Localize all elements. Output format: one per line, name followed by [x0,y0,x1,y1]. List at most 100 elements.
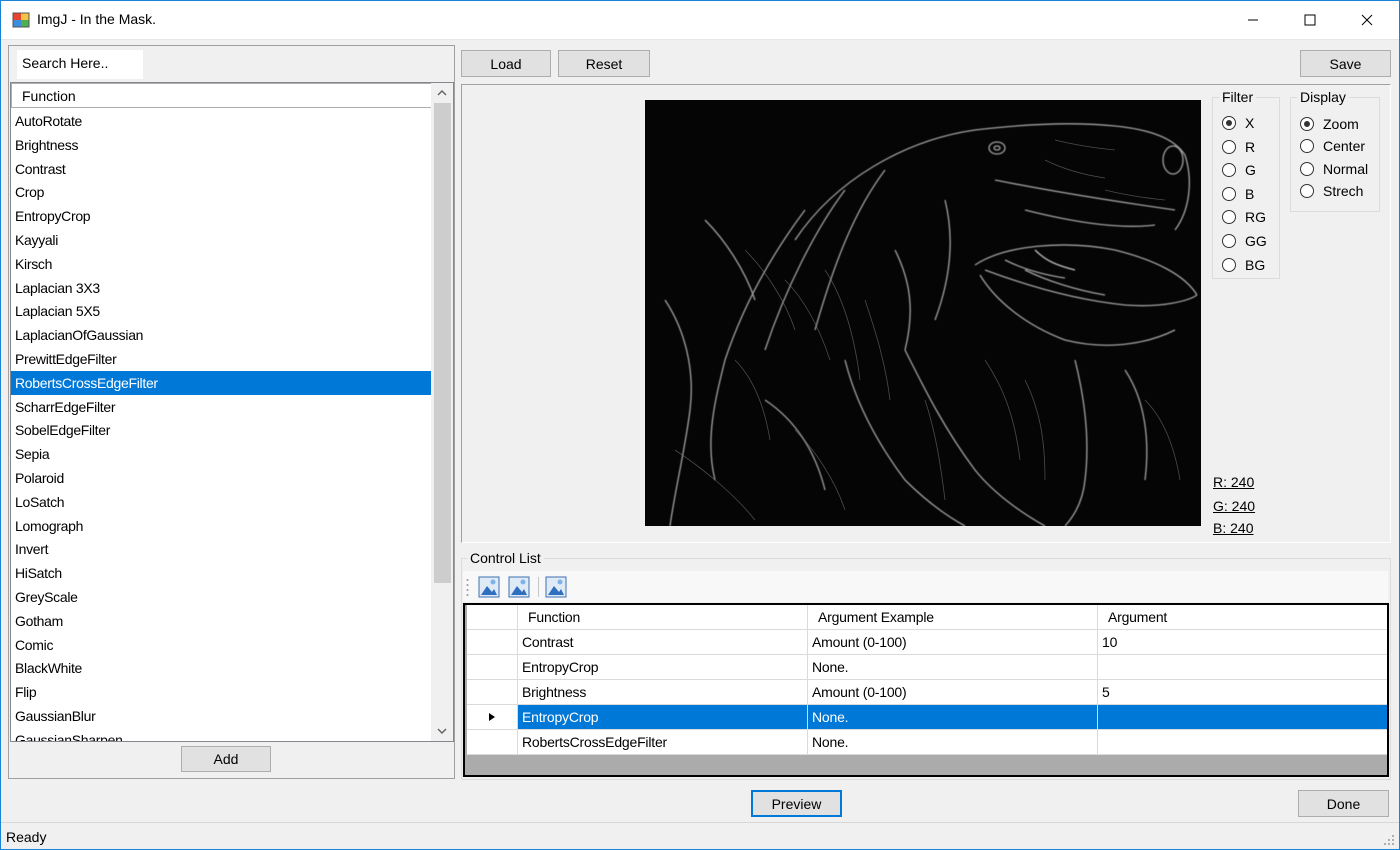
row-header-cell[interactable] [467,680,518,705]
cell-argument[interactable] [1098,655,1387,680]
cell-example[interactable]: None. [808,705,1098,730]
display-radio-strech[interactable]: Strech [1300,181,1363,201]
radio-button-icon[interactable] [1300,139,1314,154]
function-list-item[interactable]: Brightness [11,133,431,157]
scroll-down-button[interactable] [431,721,453,741]
blue-value-label[interactable]: B: 240 [1213,520,1253,536]
function-list-item[interactable]: Flip [11,680,431,704]
filter-radio-r[interactable]: R [1222,137,1255,157]
function-list-item[interactable]: SobelEdgeFilter [11,418,431,442]
row-header-cell[interactable] [467,630,518,655]
filter-radio-g[interactable]: G [1222,160,1256,180]
filter-radio-rg[interactable]: RG [1222,207,1266,227]
table-row[interactable]: EntropyCrop None. [467,705,1387,730]
function-list-item[interactable]: Lomograph [11,514,431,538]
function-list-item[interactable]: Gotham [11,609,431,633]
filter-radio-gg[interactable]: GG [1222,231,1267,251]
radio-button-icon[interactable] [1222,234,1236,248]
function-list-item[interactable]: Invert [11,537,431,561]
function-list-item[interactable]: Contrast [11,157,431,181]
function-list-item[interactable]: RobertsCrossEdgeFilter [11,370,431,395]
column-header-argument-example[interactable]: Argument Example [808,605,1098,630]
radio-button-icon[interactable] [1222,186,1236,201]
radio-button-icon[interactable] [1222,257,1236,272]
function-list-item[interactable]: BlackWhite [11,656,431,680]
function-list-item[interactable]: GreyScale [11,585,431,609]
function-list-item[interactable]: Laplacian 5X5 [11,299,431,323]
function-list-scrollbar[interactable] [431,83,453,741]
function-list-item[interactable]: LoSatch [11,490,431,514]
cell-function[interactable]: RobertsCrossEdgeFilter [518,730,808,755]
preview-button[interactable]: Preview [751,790,842,817]
image-clear-button[interactable] [544,575,568,599]
cell-example[interactable]: None. [808,655,1098,680]
function-list-item[interactable]: Kayyali [11,228,431,252]
function-list-item[interactable]: HiSatch [11,561,431,585]
minimize-button[interactable] [1230,0,1276,40]
cell-function[interactable]: Brightness [518,680,808,705]
radio-button-icon[interactable] [1222,163,1236,178]
radio-button-icon[interactable] [1222,139,1236,154]
row-header-cell[interactable] [467,705,518,730]
function-list-item[interactable]: Sepia [11,442,431,466]
green-value-label[interactable]: G: 240 [1213,498,1255,514]
table-row[interactable]: RobertsCrossEdgeFilter None. [467,730,1387,755]
radio-button-icon[interactable] [1300,161,1314,176]
function-list-item[interactable]: ScharrEdgeFilter [11,395,431,419]
function-list-item[interactable]: Kirsch [11,252,431,276]
function-list-item[interactable]: EntropyCrop [11,204,431,228]
display-radio-center[interactable]: Center [1300,136,1365,156]
row-header-cell[interactable] [467,655,518,680]
radio-button-icon[interactable] [1222,116,1236,130]
filter-radio-b[interactable]: B [1222,184,1254,204]
display-radio-normal[interactable]: Normal [1300,159,1368,179]
cell-function[interactable]: Contrast [518,630,808,655]
radio-button-icon[interactable] [1300,117,1314,131]
cell-argument[interactable] [1098,730,1387,755]
filter-radio-bg[interactable]: BG [1222,255,1265,275]
reset-button[interactable]: Reset [558,50,650,77]
cell-example[interactable]: Amount (0-100) [808,680,1098,705]
filter-radio-x[interactable]: X [1222,113,1254,133]
function-list-item[interactable]: Laplacian 3X3 [11,276,431,300]
resize-grip-icon[interactable] [1383,834,1395,846]
function-list-item[interactable]: Comic [11,633,431,657]
cell-argument[interactable]: 5 [1098,680,1387,705]
scroll-up-button[interactable] [431,83,453,103]
red-value-label[interactable]: R: 240 [1213,474,1254,490]
function-list-item[interactable]: Crop [11,180,431,204]
cell-argument[interactable]: 10 [1098,630,1387,655]
search-input[interactable]: Search Here.. [17,50,143,79]
image-remove-button[interactable] [507,575,531,599]
function-list-item[interactable]: AutoRotate [11,109,431,133]
function-list-item[interactable]: LaplacianOfGaussian [11,323,431,347]
display-radio-zoom[interactable]: Zoom [1300,114,1359,134]
load-button[interactable]: Load [461,50,551,77]
table-row[interactable]: EntropyCrop None. [467,655,1387,680]
save-button[interactable]: Save [1300,50,1391,77]
done-button[interactable]: Done [1298,790,1389,817]
image-add-button[interactable] [477,575,501,599]
function-list-header[interactable]: Function [11,83,431,108]
add-button[interactable]: Add [181,746,271,772]
close-button[interactable] [1344,0,1390,40]
radio-button-icon[interactable] [1222,210,1236,225]
cell-function[interactable]: EntropyCrop [518,655,808,680]
scroll-thumb[interactable] [434,103,451,583]
control-grid[interactable]: Function Argument Example Argument Contr… [463,603,1389,777]
maximize-button[interactable] [1287,0,1333,40]
function-list-item[interactable]: PrewittEdgeFilter [11,347,431,371]
cell-function[interactable]: EntropyCrop [518,705,808,730]
table-row[interactable]: Brightness Amount (0-100) 5 [467,680,1387,705]
table-row[interactable]: Contrast Amount (0-100) 10 [467,630,1387,655]
radio-button-icon[interactable] [1300,184,1314,199]
function-list-item[interactable]: GaussianSharpen [11,728,431,741]
grid-corner-cell[interactable] [467,605,518,630]
cell-argument[interactable] [1098,705,1387,730]
row-header-cell[interactable] [467,730,518,755]
cell-example[interactable]: None. [808,730,1098,755]
column-header-argument[interactable]: Argument [1098,605,1387,630]
function-list-item[interactable]: GaussianBlur [11,704,431,728]
function-list-item[interactable]: Polaroid [11,466,431,490]
cell-example[interactable]: Amount (0-100) [808,630,1098,655]
